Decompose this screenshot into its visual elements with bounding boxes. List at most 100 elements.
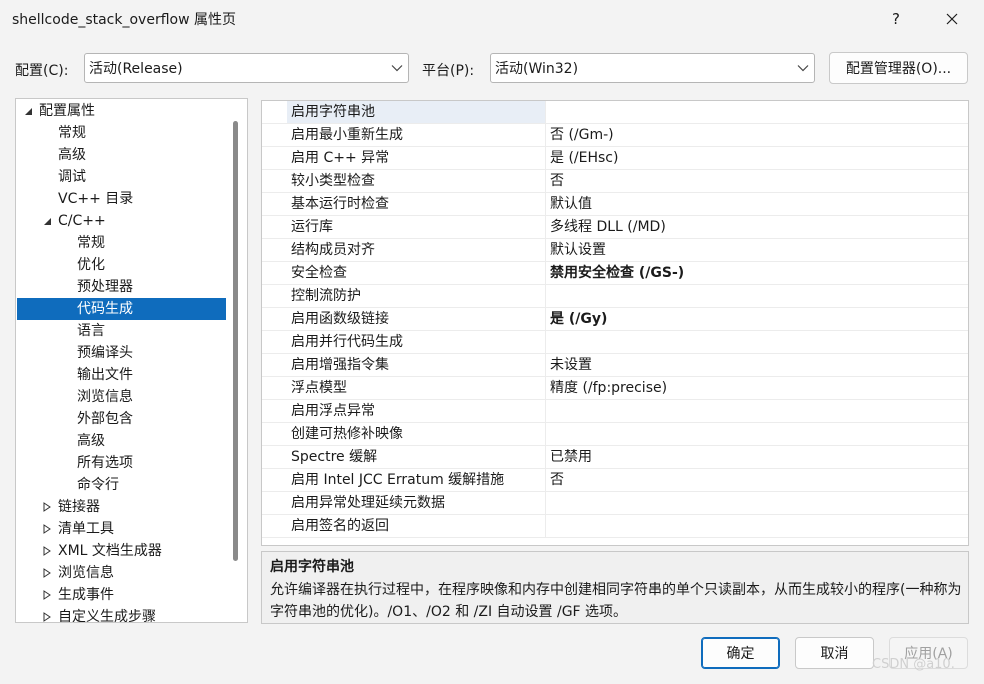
property-name: 启用函数级链接 — [287, 308, 546, 330]
property-value[interactable]: 默认值 — [546, 193, 966, 215]
property-grid: 启用字符串池 启用最小重新生成否 (/Gm-) 启用 C++ 异常是 (/EHsc)… — [261, 100, 969, 546]
property-value[interactable]: 否 (/Gm-) — [546, 124, 966, 146]
property-value[interactable]: 已禁用 — [546, 446, 966, 468]
property-name: 启用增强指令集 — [287, 354, 546, 376]
config-value: 活动(Release) — [89, 61, 183, 77]
tree-item[interactable]: 外部包含 — [17, 408, 226, 430]
tree-collapsed-icon[interactable] — [40, 496, 54, 518]
chevron-down-icon — [792, 54, 814, 82]
tree-item[interactable]: 自定义生成步骤 — [17, 606, 226, 622]
close-icon — [946, 13, 958, 25]
tree-item[interactable]: 调试 — [17, 166, 226, 188]
property-value[interactable]: 是 (/Gy) — [546, 308, 966, 330]
close-button[interactable] — [932, 4, 972, 34]
property-row[interactable]: 安全检查 禁用安全检查 (/GS-) — [262, 262, 968, 285]
tree-item[interactable]: 链接器 — [17, 496, 226, 518]
tree-item[interactable]: XML 文档生成器 — [17, 540, 226, 562]
property-value[interactable] — [546, 492, 966, 514]
property-row[interactable]: 启用异常处理延续元数据 — [262, 492, 968, 515]
property-row[interactable]: 启用并行代码生成 — [262, 331, 968, 354]
tree-item-label: 预编译头 — [77, 345, 133, 361]
property-value[interactable] — [546, 400, 966, 422]
tree-item-label: 高级 — [58, 147, 86, 163]
watermark: CSDN @a10. — [872, 657, 955, 672]
tree-expanded-icon[interactable] — [40, 210, 54, 232]
property-value[interactable] — [546, 423, 966, 445]
tree-item[interactable]: 配置属性 — [17, 100, 226, 122]
tree-item[interactable]: 预编译头 — [17, 342, 226, 364]
tree-item[interactable]: 输出文件 — [17, 364, 226, 386]
tree-item[interactable]: C/C++ — [17, 210, 226, 232]
tree-item[interactable]: 清单工具 — [17, 518, 226, 540]
config-dropdown[interactable]: 活动(Release) — [84, 53, 409, 83]
tree-item[interactable]: 浏览信息 — [17, 562, 226, 584]
property-value[interactable] — [546, 515, 966, 537]
platform-dropdown[interactable]: 活动(Win32) — [490, 53, 815, 83]
tree-item-label: 高级 — [77, 433, 105, 449]
property-tree[interactable]: 配置属性 常规 高级 调试 VC++ 目录 C/C++ 常规 优化 预处理器 代码生成 语言 预编译头… — [15, 98, 248, 623]
window-title: shellcode_stack_overflow 属性页 — [12, 12, 236, 28]
property-row[interactable]: 浮点模型 精度 (/fp:precise) — [262, 377, 968, 400]
property-row[interactable]: 启用最小重新生成否 (/Gm-) — [262, 124, 968, 147]
property-value[interactable] — [546, 331, 966, 353]
description-text: 允许编译器在执行过程中，在程序映像和内存中创建相同字符串的单个只读副本，从而生成… — [270, 582, 962, 620]
property-row[interactable]: 启用 Intel JCC Erratum 缓解措施否 — [262, 469, 968, 492]
property-value[interactable] — [546, 101, 966, 123]
tree-item-label: 生成事件 — [58, 587, 114, 603]
property-value[interactable]: 否 — [546, 469, 966, 491]
property-row[interactable]: 启用签名的返回 — [262, 515, 968, 538]
tree-item[interactable]: 常规 — [17, 232, 226, 254]
property-row[interactable]: 启用 C++ 异常是 (/EHsc) — [262, 147, 968, 170]
property-name: 启用 C++ 异常 — [287, 147, 546, 169]
property-value[interactable]: 未设置 — [546, 354, 966, 376]
tree-collapsed-icon[interactable] — [40, 518, 54, 540]
chevron-down-icon — [386, 54, 408, 82]
cancel-button[interactable]: 取消 — [795, 637, 874, 669]
tree-collapsed-icon[interactable] — [40, 606, 54, 622]
tree-item[interactable]: 预处理器 — [17, 276, 226, 298]
tree-item[interactable]: 优化 — [17, 254, 226, 276]
property-row[interactable]: 较小类型检查否 — [262, 170, 968, 193]
help-button[interactable]: ? — [876, 4, 916, 34]
property-value[interactable] — [546, 285, 966, 307]
property-row[interactable]: 启用增强指令集 未设置 — [262, 354, 968, 377]
tree-collapsed-icon[interactable] — [40, 562, 54, 584]
property-value[interactable]: 精度 (/fp:precise) — [546, 377, 966, 399]
property-value[interactable]: 否 — [546, 170, 966, 192]
property-name: 启用 Intel JCC Erratum 缓解措施 — [287, 469, 546, 491]
property-row[interactable]: 创建可热修补映像 — [262, 423, 968, 446]
tree-item[interactable]: 生成事件 — [17, 584, 226, 606]
tree-item[interactable]: 代码生成 — [17, 298, 226, 320]
property-row[interactable]: 控制流防护 — [262, 285, 968, 308]
tree-expanded-icon[interactable] — [21, 100, 35, 122]
tree-item[interactable]: 所有选项 — [17, 452, 226, 474]
property-row[interactable]: 启用函数级链接是 (/Gy) — [262, 308, 968, 331]
property-value[interactable]: 是 (/EHsc) — [546, 147, 966, 169]
property-value[interactable]: 禁用安全检查 (/GS-) — [546, 262, 966, 284]
property-row[interactable]: 运行库 多线程 DLL (/MD) — [262, 216, 968, 239]
property-name: 控制流防护 — [287, 285, 546, 307]
property-row[interactable]: 启用浮点异常 — [262, 400, 968, 423]
tree-item[interactable]: 浏览信息 — [17, 386, 226, 408]
property-row[interactable]: 基本运行时检查 默认值 — [262, 193, 968, 216]
tree-collapsed-icon[interactable] — [40, 540, 54, 562]
property-row[interactable]: 启用字符串池 — [262, 101, 968, 124]
property-value[interactable]: 多线程 DLL (/MD) — [546, 216, 966, 238]
ok-button[interactable]: 确定 — [701, 637, 780, 669]
tree-item[interactable]: 语言 — [17, 320, 226, 342]
property-value[interactable]: 默认设置 — [546, 239, 966, 261]
tree-item-label: 配置属性 — [39, 103, 95, 119]
tree-item[interactable]: 命令行 — [17, 474, 226, 496]
tree-item[interactable]: 高级 — [17, 144, 226, 166]
property-name: 较小类型检查 — [287, 170, 546, 192]
property-name: 启用最小重新生成 — [287, 124, 546, 146]
tree-collapsed-icon[interactable] — [40, 584, 54, 606]
property-name: 启用异常处理延续元数据 — [287, 492, 546, 514]
tree-item[interactable]: VC++ 目录 — [17, 188, 226, 210]
property-row[interactable]: Spectre 缓解 已禁用 — [262, 446, 968, 469]
config-manager-button[interactable]: 配置管理器(O)... — [829, 52, 968, 84]
tree-scrollbar[interactable] — [233, 121, 238, 561]
tree-item[interactable]: 常规 — [17, 122, 226, 144]
tree-item[interactable]: 高级 — [17, 430, 226, 452]
property-row[interactable]: 结构成员对齐 默认设置 — [262, 239, 968, 262]
